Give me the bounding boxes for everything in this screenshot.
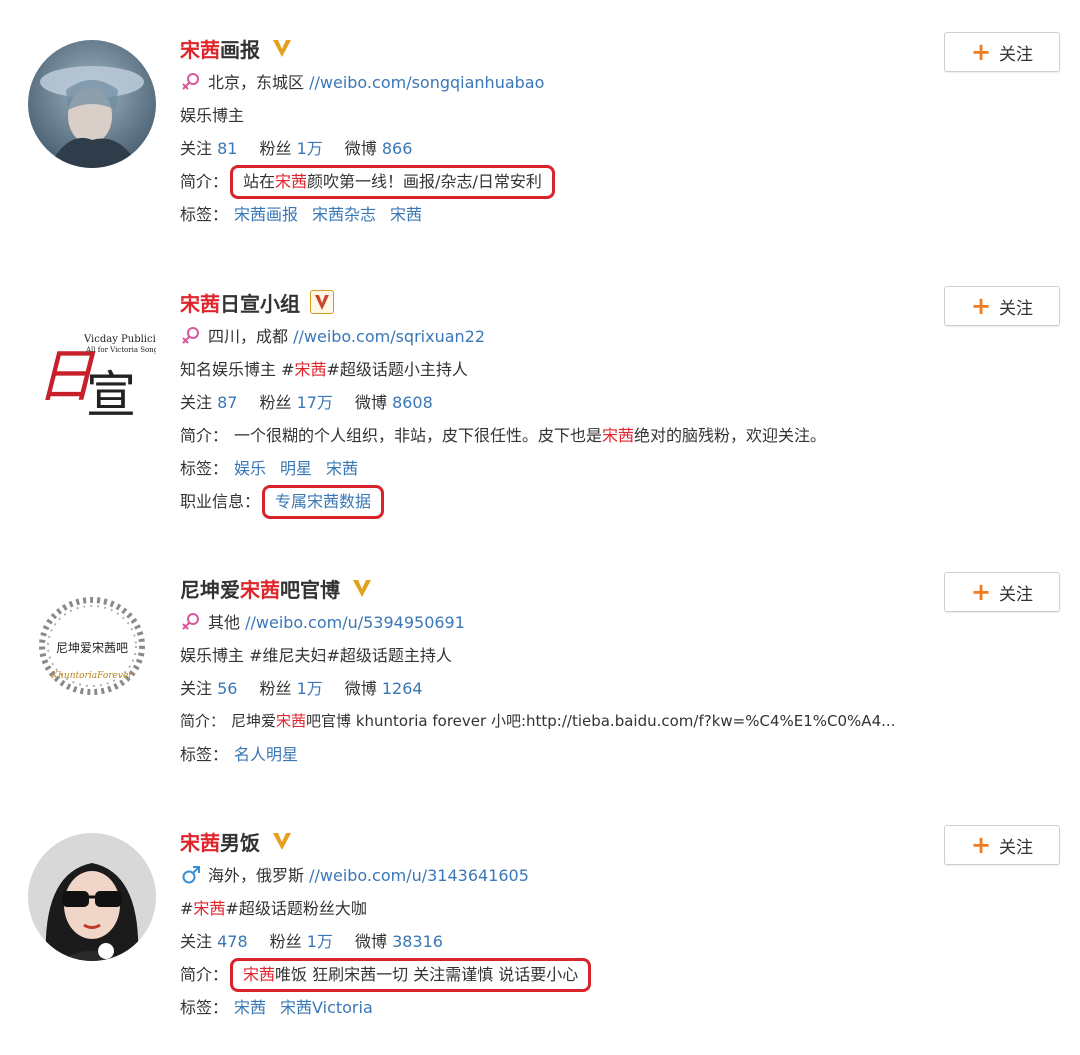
intro: 简介： 宋茜唯饭 狂刷宋茜一切 关注需谨慎 说话要小心 bbox=[180, 958, 960, 992]
svg-text:Vicday Publicity: Vicday Publicity bbox=[83, 334, 156, 345]
avatar[interactable] bbox=[28, 40, 156, 168]
posts-count[interactable]: 866 bbox=[382, 139, 413, 158]
female-icon bbox=[180, 611, 202, 633]
plus-icon: + bbox=[970, 38, 992, 66]
tags: 标签： 娱乐 明星 宋茜 bbox=[180, 459, 359, 478]
posts-count[interactable]: 1264 bbox=[382, 679, 423, 698]
stats: 关注 87 粉丝 17万 微博 8608 bbox=[180, 393, 433, 412]
annotation-box: 宋茜唯饭 狂刷宋茜一切 关注需谨慎 说话要小心 bbox=[230, 958, 592, 992]
user-name[interactable]: 尼坤爱宋茜吧官博 bbox=[180, 574, 340, 603]
career-link[interactable]: 专属宋茜数据 bbox=[275, 492, 371, 511]
avatar-photo bbox=[28, 833, 156, 961]
plus-icon: + bbox=[970, 292, 992, 320]
fans-count[interactable]: 1万 bbox=[307, 932, 333, 951]
svg-text:KhuntoriaForever: KhuntoriaForever bbox=[50, 671, 133, 681]
follows-count[interactable]: 56 bbox=[217, 679, 237, 698]
plus-icon: + bbox=[970, 831, 992, 859]
location: 其他 bbox=[208, 613, 241, 632]
profile-link[interactable]: //weibo.com/u/3143641605 bbox=[309, 866, 529, 885]
avatar-logo: 尼坤爱宋茜吧 KhuntoriaForever bbox=[28, 580, 156, 708]
tags: 标签： 宋茜 宋茜Victoria bbox=[180, 998, 373, 1017]
user-name[interactable]: 宋茜画报 bbox=[180, 34, 260, 63]
follow-button[interactable]: + 关注 bbox=[944, 572, 1060, 612]
description: 娱乐博主 bbox=[180, 106, 245, 125]
fans-count[interactable]: 1万 bbox=[297, 139, 323, 158]
annotation-box: 站在宋茜颜吹第一线！画报/杂志/日常安利 bbox=[230, 165, 555, 199]
verified-v-icon bbox=[270, 36, 294, 60]
user-card: 宋茜画报 北京，东城区 //weibo.com/songqianhuabao 娱… bbox=[0, 0, 1080, 262]
tag-link[interactable]: 明星 bbox=[280, 459, 312, 478]
fans-count[interactable]: 17万 bbox=[297, 393, 333, 412]
male-icon bbox=[180, 864, 202, 886]
follow-button[interactable]: + 关注 bbox=[944, 286, 1060, 326]
profile-link[interactable]: //weibo.com/songqianhuabao bbox=[309, 73, 544, 92]
career-info: 职业信息： 专属宋茜数据 bbox=[180, 485, 960, 519]
stats: 关注 478 粉丝 1万 微博 38316 bbox=[180, 932, 443, 951]
avatar[interactable]: 尼坤爱宋茜吧 KhuntoriaForever bbox=[28, 580, 156, 708]
intro: 简介： 站在宋茜颜吹第一线！画报/杂志/日常安利 bbox=[180, 165, 960, 199]
follows-count[interactable]: 478 bbox=[217, 932, 248, 951]
verified-v-boxed-icon bbox=[310, 290, 334, 314]
stats: 关注 56 粉丝 1万 微博 1264 bbox=[180, 679, 423, 698]
tag-link[interactable]: 名人明星 bbox=[234, 745, 298, 764]
description: 娱乐博主 #维尼夫妇#超级话题主持人 bbox=[180, 646, 452, 665]
location: 四川，成都 bbox=[208, 327, 289, 346]
svg-text:尼坤爱宋茜吧: 尼坤爱宋茜吧 bbox=[56, 640, 128, 655]
user-card: 尼坤爱宋茜吧 KhuntoriaForever 尼坤爱宋茜吧官博 其他 //we… bbox=[0, 540, 1080, 802]
avatar-logo: 日 宣 Vicday Publicity All for Victoria So… bbox=[28, 294, 156, 422]
tags: 标签： 名人明星 bbox=[180, 745, 299, 764]
description: 知名娱乐博主 #宋茜#超级话题小主持人 bbox=[180, 360, 468, 379]
user-name[interactable]: 宋茜日宣小组 bbox=[180, 288, 300, 317]
profile-link[interactable]: //weibo.com/u/5394950691 bbox=[245, 613, 465, 632]
svg-text:宣: 宣 bbox=[86, 366, 136, 422]
svg-text:All for Victoria Song: All for Victoria Song bbox=[85, 346, 156, 354]
posts-count[interactable]: 8608 bbox=[392, 393, 433, 412]
stats: 关注 81 粉丝 1万 微博 866 bbox=[180, 139, 413, 158]
annotation-box: 专属宋茜数据 bbox=[262, 485, 385, 519]
tag-link[interactable]: 宋茜 bbox=[326, 459, 358, 478]
posts-count[interactable]: 38316 bbox=[392, 932, 443, 951]
tags: 标签： 宋茜画报 宋茜杂志 宋茜 bbox=[180, 205, 423, 224]
follows-count[interactable]: 87 bbox=[217, 393, 237, 412]
tag-link[interactable]: 宋茜画报 bbox=[234, 205, 298, 224]
follow-button[interactable]: + 关注 bbox=[944, 32, 1060, 72]
verified-v-icon bbox=[270, 829, 294, 853]
user-card: 日 宣 Vicday Publicity All for Victoria So… bbox=[0, 254, 1080, 519]
tag-link[interactable]: 宋茜 bbox=[390, 205, 422, 224]
plus-icon: + bbox=[970, 578, 992, 606]
female-icon bbox=[180, 71, 202, 93]
fans-count[interactable]: 1万 bbox=[297, 679, 323, 698]
user-name[interactable]: 宋茜男饭 bbox=[180, 827, 260, 856]
avatar[interactable] bbox=[28, 833, 156, 961]
user-card: 宋茜男饭 海外，俄罗斯 //weibo.com/u/3143641605 #宋茜… bbox=[0, 793, 1080, 1055]
follows-count[interactable]: 81 bbox=[217, 139, 237, 158]
profile-link[interactable]: //weibo.com/sqrixuan22 bbox=[293, 327, 485, 346]
verified-v-icon bbox=[350, 576, 374, 600]
intro: 简介： 尼坤爱宋茜吧官博 khuntoria forever 小吧:http://… bbox=[180, 712, 896, 730]
intro: 简介： 一个很糊的个人组织，非站，皮下很任性。皮下也是宋茜绝对的脑残粉，欢迎关注。 bbox=[180, 426, 827, 445]
tag-link[interactable]: 宋茜杂志 bbox=[312, 205, 376, 224]
location: 北京，东城区 bbox=[208, 73, 305, 92]
female-icon bbox=[180, 325, 202, 347]
tag-link[interactable]: 宋茜Victoria bbox=[280, 998, 373, 1017]
avatar[interactable]: 日 宣 Vicday Publicity All for Victoria So… bbox=[28, 294, 156, 422]
description: #宋茜#超级话题粉丝大咖 bbox=[180, 899, 367, 918]
tag-link[interactable]: 宋茜 bbox=[234, 998, 266, 1017]
avatar-photo bbox=[28, 40, 156, 168]
tag-link[interactable]: 娱乐 bbox=[234, 459, 266, 478]
location: 海外，俄罗斯 bbox=[208, 866, 305, 885]
follow-button[interactable]: + 关注 bbox=[944, 825, 1060, 865]
